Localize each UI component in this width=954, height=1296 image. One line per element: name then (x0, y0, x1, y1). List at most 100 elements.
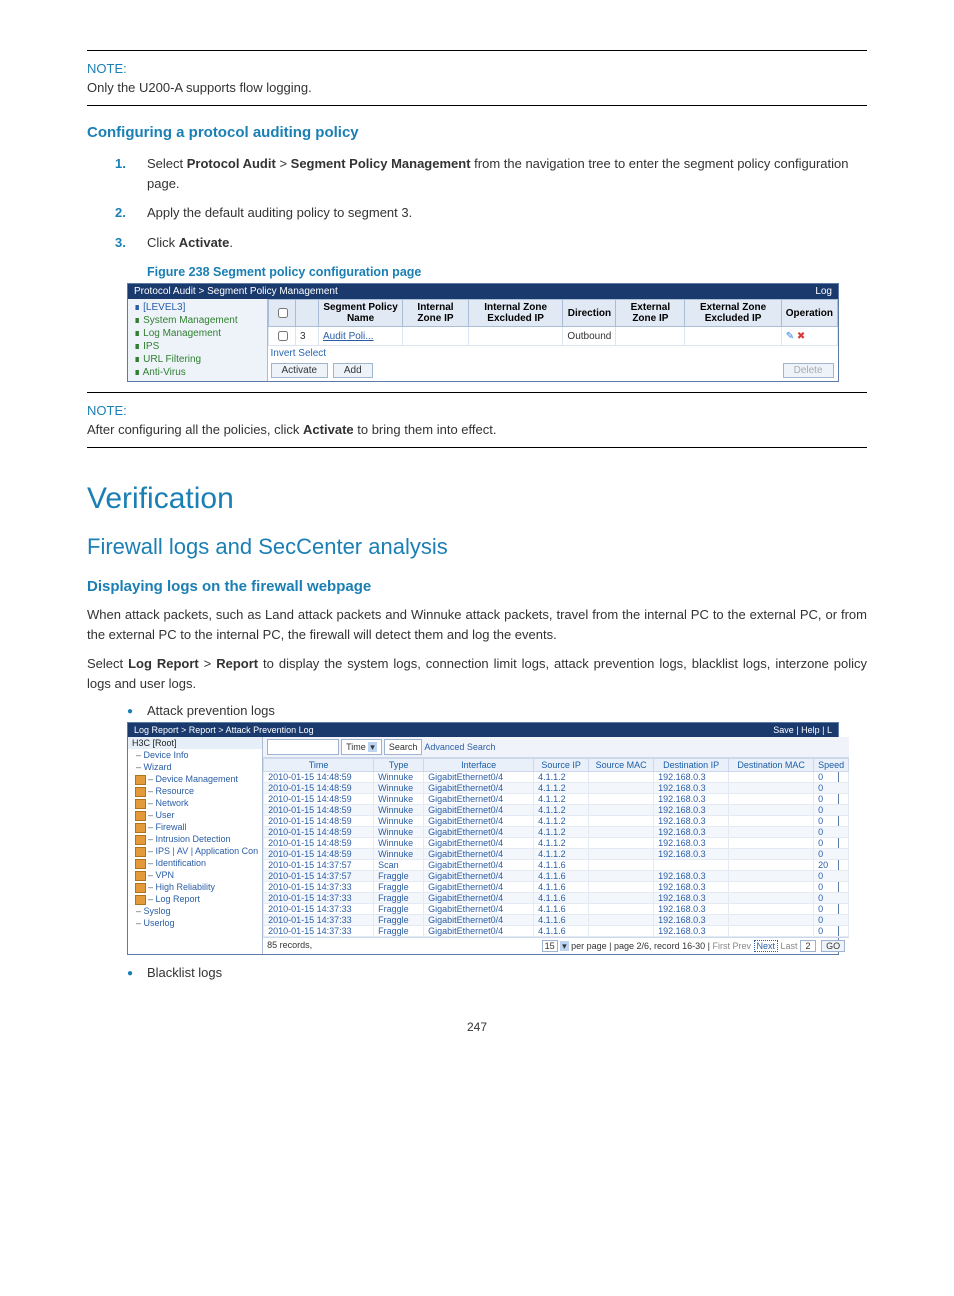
heading-display-logs: Displaying logs on the firewall webpage (87, 578, 867, 595)
table-cell (729, 805, 814, 816)
figure-label: Figure 238 Segment policy configuration … (147, 265, 867, 279)
table-cell: 0 (814, 772, 849, 783)
ss1-nav-item[interactable]: ∎ Log Management (130, 327, 265, 340)
ss2-nav-item[interactable]: Identification (128, 857, 262, 869)
table-cell (729, 783, 814, 794)
table-cell (589, 772, 654, 783)
table-row[interactable]: 2010-01-15 14:48:59WinnukeGigabitEtherne… (264, 794, 849, 805)
table-row[interactable]: 2010-01-15 14:37:33FraggleGigabitEtherne… (264, 904, 849, 915)
pager-prev[interactable]: Prev (732, 941, 751, 951)
bullet-blacklist-logs: ● Blacklist logs (147, 965, 867, 980)
table-row[interactable]: 2010-01-15 14:48:59WinnukeGigabitEtherne… (264, 816, 849, 827)
ss1-policy-link[interactable]: Audit Poli... (323, 331, 374, 342)
table-row[interactable]: 2010-01-15 14:37:33FraggleGigabitEtherne… (264, 926, 849, 937)
activate-button[interactable]: Activate (271, 363, 329, 378)
ss2-nav-item[interactable]: Userlog (128, 917, 262, 929)
para-display-2: Select Log Report > Report to display th… (87, 654, 867, 693)
ss2-nav-item[interactable]: User (128, 809, 262, 821)
ss2-th[interactable]: Source IP (534, 759, 589, 772)
table-cell: Winnuke (374, 849, 424, 860)
ss1-nav-item[interactable]: ∎ Anti-Virus (130, 366, 265, 379)
perpage-dropdown-icon[interactable]: ▾ (560, 941, 569, 951)
ss2-th[interactable]: Destination MAC (729, 759, 814, 772)
table-cell (589, 926, 654, 937)
search-button[interactable]: Search (384, 739, 423, 755)
ss1-nav-item[interactable]: ∎ [LEVEL3] (130, 301, 265, 314)
table-row[interactable]: 2010-01-15 14:37:57FraggleGigabitEtherne… (264, 871, 849, 882)
table-row[interactable]: 2010-01-15 14:48:59WinnukeGigabitEtherne… (264, 827, 849, 838)
ss2-nav-item[interactable]: Device Info (128, 749, 262, 761)
ss2-right-links[interactable]: Save | Help | L (773, 725, 832, 735)
table-row[interactable]: 2010-01-15 14:48:59WinnukeGigabitEtherne… (264, 849, 849, 860)
table-row[interactable]: 2010-01-15 14:37:57ScanGigabitEthernet0/… (264, 860, 849, 871)
folder-icon (135, 883, 146, 893)
ss2-th[interactable]: Time (264, 759, 374, 772)
ss2-th[interactable]: Interface (424, 759, 534, 772)
table-cell: GigabitEthernet0/4 (424, 849, 534, 860)
search-field-select[interactable]: Time ▾ (341, 739, 382, 755)
ss2-nav-item[interactable]: Network (128, 797, 262, 809)
ss2-nav-item[interactable]: H3C [Root] (128, 737, 262, 749)
select-all-checkbox[interactable] (278, 308, 288, 318)
note2-pre: After configuring all the policies, clic… (87, 422, 303, 437)
ss2-nav-item[interactable]: Syslog (128, 905, 262, 917)
ss2-nav-item[interactable]: Wizard (128, 761, 262, 773)
advanced-search-link[interactable]: Advanced Search (424, 742, 495, 752)
table-row[interactable]: 2010-01-15 14:48:59WinnukeGigabitEtherne… (264, 838, 849, 849)
ss2-nav-item[interactable]: Device Management (128, 773, 262, 785)
table-cell: 0 (814, 849, 849, 860)
pager-first[interactable]: First (712, 941, 730, 951)
add-button[interactable]: Add (333, 363, 373, 378)
step-item: 3.Click Activate. (147, 233, 867, 253)
search-field-label: Time (346, 742, 366, 752)
table-cell: Winnuke (374, 827, 424, 838)
ss2-nav-item[interactable]: VPN (128, 869, 262, 881)
step-text: Protocol Audit (187, 156, 276, 171)
ss2-th[interactable]: Type (374, 759, 424, 772)
steps-list: 1.Select Protocol Audit > Segment Policy… (147, 154, 867, 252)
ss2-th[interactable]: Speed (814, 759, 849, 772)
table-row[interactable]: 2010-01-15 14:37:33FraggleGigabitEtherne… (264, 882, 849, 893)
ss1-nav-item[interactable]: ∎ IPS (130, 340, 265, 353)
ss2-nav-item[interactable]: IPS | AV | Application Con (128, 845, 262, 857)
ss1-data-row[interactable]: 3 Audit Poli... Outbound ✎ ✖ (269, 327, 838, 346)
note2-text: After configuring all the policies, clic… (87, 422, 867, 437)
table-cell: 192.168.0.3 (654, 816, 729, 827)
ss2-breadcrumb: Log Report > Report > Attack Prevention … (134, 725, 314, 735)
ss2-nav-item[interactable]: Firewall (128, 821, 262, 833)
ss2-th[interactable]: Source MAC (589, 759, 654, 772)
table-row[interactable]: 2010-01-15 14:48:59WinnukeGigabitEtherne… (264, 783, 849, 794)
pager-perpage-val[interactable]: 15 (542, 940, 558, 952)
ss1-nav-item[interactable]: ∎ System Management (130, 314, 265, 327)
delete-icon[interactable]: ✖ (797, 331, 805, 342)
table-cell: Fraggle (374, 871, 424, 882)
table-cell: 0 (814, 871, 849, 882)
table-row[interactable]: 2010-01-15 14:48:59WinnukeGigabitEtherne… (264, 805, 849, 816)
ss2-nav-item[interactable]: Log Report (128, 893, 262, 905)
table-row[interactable]: 2010-01-15 14:37:33FraggleGigabitEtherne… (264, 893, 849, 904)
pager-last[interactable]: Last (781, 941, 798, 951)
ss2-th[interactable]: Destination IP (654, 759, 729, 772)
table-cell: Fraggle (374, 893, 424, 904)
invert-select-link[interactable]: Invert Select (271, 348, 327, 359)
table-row[interactable]: 2010-01-15 14:48:59WinnukeGigabitEtherne… (264, 772, 849, 783)
ss2-nav-item[interactable]: Intrusion Detection (128, 833, 262, 845)
table-cell (589, 783, 654, 794)
table-cell (729, 893, 814, 904)
ss1-policy: Audit Poli... (319, 327, 403, 346)
pager-go-button[interactable]: GO (821, 940, 845, 952)
edit-icon[interactable]: ✎ (786, 331, 794, 342)
table-row[interactable]: 2010-01-15 14:37:33FraggleGigabitEtherne… (264, 915, 849, 926)
ss2-nav-item[interactable]: Resource (128, 785, 262, 797)
table-cell (589, 805, 654, 816)
search-input[interactable] (267, 739, 339, 755)
ss1-log-link[interactable]: Log (815, 286, 832, 297)
row-checkbox[interactable] (278, 331, 288, 341)
pager-next[interactable]: Next (754, 940, 779, 952)
ss2-nav-item[interactable]: High Reliability (128, 881, 262, 893)
folder-icon (135, 799, 146, 809)
ss1-nav-item[interactable]: ∎ URL Filtering (130, 353, 265, 366)
table-cell: 192.168.0.3 (654, 827, 729, 838)
pager-page-input[interactable]: 2 (800, 940, 816, 952)
delete-button[interactable]: Delete (783, 363, 834, 378)
